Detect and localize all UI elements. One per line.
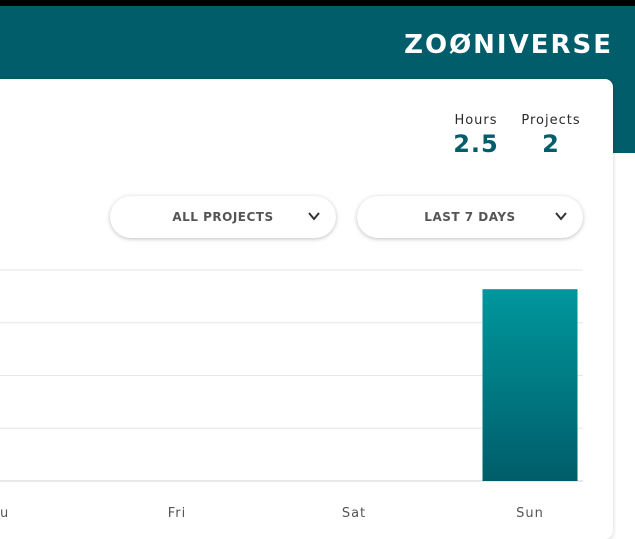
projects-value: 2 [542, 130, 560, 158]
x-tick-label: Sat [342, 506, 366, 521]
projects-label: Projects [521, 113, 581, 128]
bar-sun[interactable] [482, 289, 578, 481]
hours-value: 2.5 [453, 130, 499, 158]
date-range-select[interactable]: LAST 7 DAYS [357, 196, 583, 238]
project-select-value: ALL PROJECTS [172, 210, 274, 224]
x-tick-label: Sun [516, 506, 544, 521]
project-select[interactable]: ALL PROJECTS [110, 196, 336, 238]
zooniverse-logo[interactable]: ZOØNIVERSE [404, 30, 613, 60]
chevron-down-icon [555, 212, 567, 221]
activity-chart: hu Fri Sat Sun [0, 260, 600, 522]
hours-stat: Hours 2.5 [445, 113, 507, 158]
activity-chart-svg: hu Fri Sat Sun [0, 269, 583, 521]
stats-summary: Hours 2.5 Projects 2 [445, 113, 595, 169]
projects-stat: Projects 2 [515, 113, 587, 158]
x-tick-label: hu [0, 506, 9, 521]
chevron-down-icon [308, 212, 320, 221]
date-range-select-value: LAST 7 DAYS [424, 210, 516, 224]
hours-label: Hours [454, 113, 498, 128]
x-tick-label: Fri [168, 506, 187, 521]
